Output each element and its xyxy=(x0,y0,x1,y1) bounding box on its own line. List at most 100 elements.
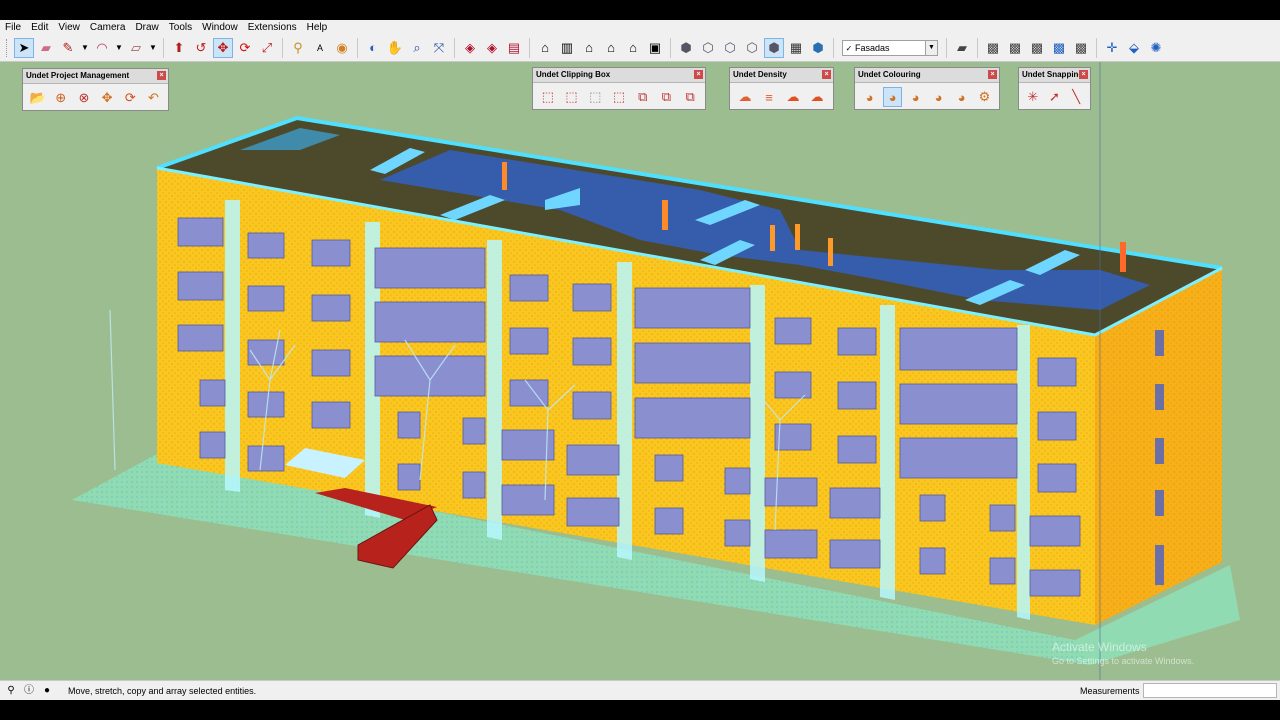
pencil-icon[interactable]: ✎ xyxy=(58,38,78,58)
move-cloud-icon[interactable]: ✥ xyxy=(98,88,117,108)
chevron-down-icon[interactable]: ▼ xyxy=(925,41,937,55)
menu-draw[interactable]: Draw xyxy=(130,20,163,35)
shaded-icon[interactable]: ⬡ xyxy=(742,38,762,58)
rectangle-icon[interactable]: ▱ xyxy=(126,38,146,58)
info-icon[interactable]: ⓘ xyxy=(22,684,36,698)
close-icon[interactable]: × xyxy=(694,70,703,79)
close-icon[interactable]: × xyxy=(988,70,997,79)
menu-extensions[interactable]: Extensions xyxy=(243,20,302,35)
3d-warehouse-icon[interactable]: ◈ xyxy=(460,38,480,58)
roof-person xyxy=(662,200,668,230)
iso-view-icon[interactable]: ⌂ xyxy=(535,38,555,58)
close-icon[interactable]: × xyxy=(822,70,831,79)
chevron-down-icon[interactable]: ▼ xyxy=(148,38,158,58)
remove-cloud-icon[interactable]: ⊗ xyxy=(74,88,93,108)
select-icon[interactable]: ➤ xyxy=(14,38,34,58)
close-icon[interactable]: × xyxy=(1079,70,1088,79)
menu-edit[interactable]: Edit xyxy=(26,20,53,35)
text-icon[interactable]: A xyxy=(310,38,330,58)
classification-colour-icon[interactable]: ◕ xyxy=(929,87,948,107)
clip-section-3-icon[interactable]: ⧉ xyxy=(680,87,700,107)
cloud-settings-icon[interactable]: ☁ xyxy=(807,87,827,107)
intensity-colour-icon[interactable]: ◕ xyxy=(883,87,902,107)
clip-box-show-icon[interactable]: ⬚ xyxy=(609,87,629,107)
solid-tools-icon[interactable]: ▩ xyxy=(1071,38,1091,58)
menu-file[interactable]: File xyxy=(0,20,26,35)
section-cuts-icon[interactable]: ▩ xyxy=(1027,38,1047,58)
layer-icon[interactable]: ▰ xyxy=(952,38,972,58)
undet-density-panel: Undet Density × ☁ ≡ ☁ ☁ xyxy=(729,67,834,110)
hidden-line-icon[interactable]: ⬡ xyxy=(720,38,740,58)
measurements-input[interactable] xyxy=(1143,683,1277,698)
menu-view[interactable]: View xyxy=(53,20,85,35)
status-message: Move, stretch, copy and array selected e… xyxy=(68,686,257,696)
scene-selector[interactable]: ✓ Fasadas ▼ xyxy=(842,40,938,56)
toolbar-separator xyxy=(977,38,978,58)
chevron-down-icon[interactable]: ▼ xyxy=(114,38,124,58)
rgb-colour-icon[interactable]: ◕ xyxy=(860,87,879,107)
eraser-icon[interactable]: ▰ xyxy=(36,38,56,58)
section-plane-icon[interactable]: ▩ xyxy=(983,38,1003,58)
follow-me-icon[interactable]: ↺ xyxy=(191,38,211,58)
snap-point-icon[interactable]: ✳ xyxy=(1024,87,1042,107)
front-view-icon[interactable]: ⌂ xyxy=(579,38,599,58)
elevation-colour-icon[interactable]: ◕ xyxy=(906,87,925,107)
normal-colour-icon[interactable]: ◕ xyxy=(952,87,971,107)
extension-warehouse-icon[interactable]: ◈ xyxy=(482,38,502,58)
user-icon[interactable]: ● xyxy=(40,684,54,698)
open-project-icon[interactable]: 📂 xyxy=(28,88,47,108)
menu-help[interactable]: Help xyxy=(302,20,333,35)
model-viewport[interactable]: Undet Project Management × 📂 ⊕ ⊗ ✥ ⟳ ↶ Un… xyxy=(0,62,1280,680)
snap-line-icon[interactable]: ╲ xyxy=(1067,87,1085,107)
color-display-icon[interactable]: ⬢ xyxy=(808,38,828,58)
position-camera-icon[interactable]: ⬙ xyxy=(1124,38,1144,58)
cloud-filled-icon[interactable]: ☁ xyxy=(783,87,803,107)
chevron-down-icon[interactable]: ▼ xyxy=(80,38,90,58)
right-view-icon[interactable]: ⌂ xyxy=(601,38,621,58)
monochrome-icon[interactable]: ▦ xyxy=(786,38,806,58)
density-gradient-icon[interactable]: ≡ xyxy=(759,87,779,107)
move-icon[interactable]: ✥ xyxy=(213,38,233,58)
scale-icon[interactable]: ⤢ xyxy=(257,38,277,58)
shaded-textures-icon[interactable]: ⬢ xyxy=(764,38,784,58)
tape-measure-icon[interactable]: ⚲ xyxy=(288,38,308,58)
back-view-icon[interactable]: ⌂ xyxy=(623,38,643,58)
menu-camera[interactable]: Camera xyxy=(85,20,131,35)
left-view-icon[interactable]: ▣ xyxy=(645,38,665,58)
layout-icon[interactable]: ▤ xyxy=(504,38,524,58)
clip-section-2-icon[interactable]: ⧉ xyxy=(657,87,677,107)
axes-icon[interactable]: ✛ xyxy=(1102,38,1122,58)
pan-icon[interactable]: ✋ xyxy=(385,38,405,58)
top-view-icon[interactable]: ▥ xyxy=(557,38,577,58)
undo-icon[interactable]: ↶ xyxy=(144,88,163,108)
toolbar-separator xyxy=(946,38,947,58)
clip-box-hide-icon[interactable]: ⬚ xyxy=(585,87,605,107)
walk-icon[interactable]: ✺ xyxy=(1146,38,1166,58)
push-pull-icon[interactable]: ⬆ xyxy=(169,38,189,58)
display-section-icon[interactable]: ▩ xyxy=(1005,38,1025,58)
refresh-icon[interactable]: ⟳ xyxy=(121,88,140,108)
paint-bucket-icon[interactable]: ◉ xyxy=(332,38,352,58)
zoom-extents-icon[interactable]: ⤧ xyxy=(429,38,449,58)
snap-cursor-icon[interactable]: ➚ xyxy=(1046,87,1064,107)
zoom-icon[interactable]: ⌕ xyxy=(407,38,427,58)
arc-icon[interactable]: ◠ xyxy=(92,38,112,58)
add-cloud-icon[interactable]: ⊕ xyxy=(51,88,70,108)
pilaster xyxy=(225,200,240,492)
cloud-outline-icon[interactable]: ☁ xyxy=(735,87,755,107)
orbit-icon[interactable]: ◐ xyxy=(363,38,383,58)
rotate-icon[interactable]: ⟳ xyxy=(235,38,255,58)
menu-window[interactable]: Window xyxy=(197,20,243,35)
clip-section-1-icon[interactable]: ⧉ xyxy=(633,87,653,107)
menu-tools[interactable]: Tools xyxy=(164,20,197,35)
xray-icon[interactable]: ⬢ xyxy=(676,38,696,58)
geo-location-icon[interactable]: ⚲ xyxy=(4,684,18,698)
clip-box-icon[interactable]: ⬚ xyxy=(538,87,558,107)
clip-box-edit-icon[interactable]: ⬚ xyxy=(562,87,582,107)
pilaster xyxy=(750,285,765,582)
section-fill-icon[interactable]: ▩ xyxy=(1049,38,1069,58)
wireframe-icon[interactable]: ⬡ xyxy=(698,38,718,58)
colour-settings-icon[interactable]: ⚙ xyxy=(975,87,994,107)
toolbar-grip[interactable] xyxy=(6,39,10,57)
close-icon[interactable]: × xyxy=(157,71,166,80)
